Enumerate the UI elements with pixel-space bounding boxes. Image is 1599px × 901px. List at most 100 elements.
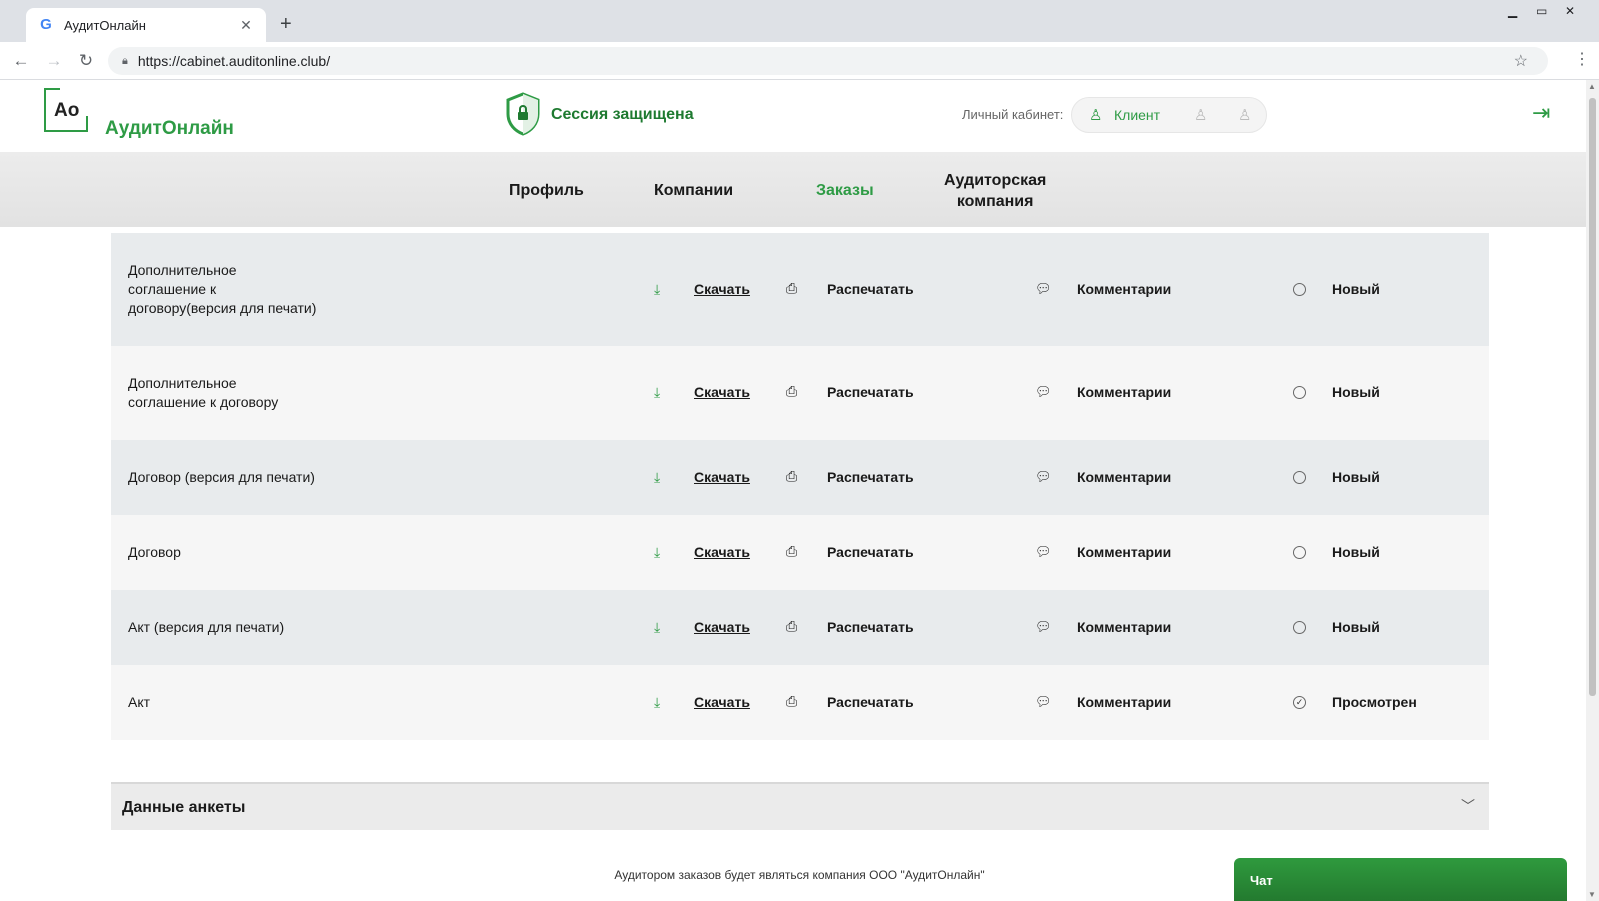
tab-title: АудитОнлайн [64, 17, 146, 33]
status-text: Новый [1332, 384, 1380, 400]
download-icon[interactable]: ⤓ [654, 281, 660, 298]
comments-link[interactable]: Комментарии [1077, 619, 1171, 635]
main-menu: Профиль Компании Заказы Аудиторская комп… [0, 152, 1586, 227]
cabinet-label: Личный кабинет: [962, 107, 1064, 122]
comments-link[interactable]: Комментарии [1077, 544, 1171, 560]
menu-item-audit-company-line1: Аудиторская [944, 172, 1047, 189]
printer-icon[interactable]: ⎙ [786, 693, 797, 710]
table-row: Дополнительное соглашение к договору(верси… [111, 233, 1489, 346]
document-name-line: Договор [128, 544, 181, 560]
document-name-line: Договор (версия для печати) [128, 469, 315, 485]
comments-icon[interactable]: 💬︎ [1035, 469, 1052, 485]
close-tab-icon[interactable]: ✕ [238, 17, 254, 34]
print-link[interactable]: Распечатать [827, 384, 914, 400]
comments-link[interactable]: Комментарии [1077, 694, 1171, 710]
manager-user-icon[interactable]: ♙ [1238, 106, 1251, 124]
menu-item-profile[interactable]: Профиль [509, 182, 584, 200]
chat-widget[interactable]: Чат [1234, 858, 1567, 901]
status-circle-icon [1293, 283, 1306, 296]
document-name-line: договору(версия для печати) [128, 300, 317, 316]
maximize-icon[interactable]: ▭ [1536, 4, 1547, 18]
status-circle-icon [1293, 546, 1306, 559]
menu-item-companies[interactable]: Компании [654, 182, 733, 200]
comments-link[interactable]: Комментарии [1077, 469, 1171, 485]
status-text: Новый [1332, 619, 1380, 635]
minimize-icon[interactable]: ▁ [1508, 4, 1517, 18]
role-client-label[interactable]: Клиент [1114, 107, 1160, 123]
document-name-line: соглашение к [128, 281, 217, 297]
table-row: Дополнительное соглашение к договору ⤓ Скач… [111, 346, 1489, 440]
document-name: Договор [128, 543, 348, 562]
printer-icon[interactable]: ⎙ [786, 468, 797, 485]
status-text: Новый [1332, 469, 1380, 485]
status-text: Новый [1332, 281, 1380, 297]
browser-menu-icon[interactable]: ⋮ [1574, 49, 1590, 69]
comments-link[interactable]: Комментарии [1077, 384, 1171, 400]
print-link[interactable]: Распечатать [827, 694, 914, 710]
download-link[interactable]: Скачать [694, 694, 750, 710]
reload-icon[interactable]: ↻ [76, 51, 96, 71]
print-link[interactable]: Распечатать [827, 544, 914, 560]
chevron-down-icon[interactable]: ﹀ [1461, 796, 1475, 816]
client-user-icon[interactable]: ♙ [1089, 106, 1102, 124]
close-window-icon[interactable]: ✕ [1565, 4, 1575, 18]
print-link[interactable]: Распечатать [827, 281, 914, 297]
download-link[interactable]: Скачать [694, 281, 750, 297]
scroll-down-icon[interactable]: ▼ [1588, 890, 1596, 899]
page-scrollbar[interactable]: ▲ ▼ [1586, 80, 1599, 901]
printer-icon[interactable]: ⎙ [786, 618, 797, 635]
forward-icon[interactable]: → [44, 51, 64, 71]
address-bar[interactable]: 🔒︎ https://cabinet.auditonline.club/ ☆ [108, 47, 1548, 75]
table-row: Договор (версия для печати) ⤓ Скачать ⎙ Расп… [111, 440, 1489, 515]
menu-item-orders[interactable]: Заказы [816, 182, 874, 200]
table-row: Акт ⤓ Скачать ⎙ Распечатать 💬︎ Комментарии ✓ Про… [111, 665, 1489, 740]
document-name-line: соглашение к договору [128, 394, 279, 410]
browser-tab[interactable]: G АудитОнлайн ✕ [26, 8, 266, 42]
download-link[interactable]: Скачать [694, 469, 750, 485]
download-link[interactable]: Скачать [694, 544, 750, 560]
logo-text[interactable]: АудитОнлайн [105, 118, 234, 140]
url-text: https://cabinet.auditonline.club/ [137, 53, 331, 69]
document-name-line: Дополнительное [128, 262, 237, 278]
new-tab-icon[interactable]: + [280, 14, 292, 34]
menu-item-audit-company[interactable]: Аудиторская компания [944, 170, 1046, 212]
download-icon[interactable]: ⤓ [654, 384, 660, 401]
logo-icon[interactable]: Ao [44, 88, 88, 132]
logout-icon[interactable]: ⇥ [1532, 100, 1550, 126]
role-switcher[interactable]: ♙ Клиент ♙ ♙ [1071, 97, 1267, 133]
download-icon[interactable]: ⤓ [654, 694, 660, 711]
back-icon[interactable]: ← [11, 51, 31, 71]
comments-icon[interactable]: 💬︎ [1035, 619, 1052, 635]
scrollbar-thumb[interactable] [1589, 98, 1596, 696]
viewed-check-icon: ✓ [1293, 696, 1306, 709]
questionnaire-accordion[interactable]: Данные анкеты ﹀ [111, 782, 1489, 830]
document-name-line: Акт (версия для печати) [128, 619, 285, 635]
comments-icon[interactable]: 💬︎ [1035, 281, 1052, 297]
table-row: Акт (версия для печати) ⤓ Скачать ⎙ Распечат… [111, 590, 1489, 665]
browser-toolbar: ← → ↻ 🔒︎ https://cabinet.auditonline.clu… [0, 42, 1599, 80]
printer-icon[interactable]: ⎙ [786, 543, 797, 560]
printer-icon[interactable]: ⎙ [786, 383, 797, 400]
session-status: Сессия защищена [551, 106, 694, 123]
auditor-user-icon[interactable]: ♙ [1194, 106, 1207, 124]
download-icon[interactable]: ⤓ [654, 619, 660, 636]
print-link[interactable]: Распечатать [827, 469, 914, 485]
download-icon[interactable]: ⤓ [654, 544, 660, 561]
download-icon[interactable]: ⤓ [654, 469, 660, 486]
print-link[interactable]: Распечатать [827, 619, 914, 635]
document-name: Договор (версия для печати) [128, 468, 348, 487]
comments-icon[interactable]: 💬︎ [1035, 694, 1052, 710]
download-link[interactable]: Скачать [694, 619, 750, 635]
document-name: Акт (версия для печати) [128, 618, 348, 637]
comments-icon[interactable]: 💬︎ [1035, 544, 1052, 560]
comments-link[interactable]: Комментарии [1077, 281, 1171, 297]
status-circle-icon [1293, 471, 1306, 484]
lock-icon: 🔒︎ [122, 54, 128, 67]
comments-icon[interactable]: 💬︎ [1035, 384, 1052, 400]
bookmark-star-icon[interactable]: ☆ [1514, 51, 1528, 71]
download-link[interactable]: Скачать [694, 384, 750, 400]
footer-note-text: Аудитором заказов будет являться компани… [614, 868, 985, 882]
printer-icon[interactable]: ⎙ [786, 280, 797, 297]
table-row: Договор ⤓ Скачать ⎙ Распечатать 💬︎ Комментарии… [111, 515, 1489, 590]
scroll-up-icon[interactable]: ▲ [1588, 82, 1596, 91]
